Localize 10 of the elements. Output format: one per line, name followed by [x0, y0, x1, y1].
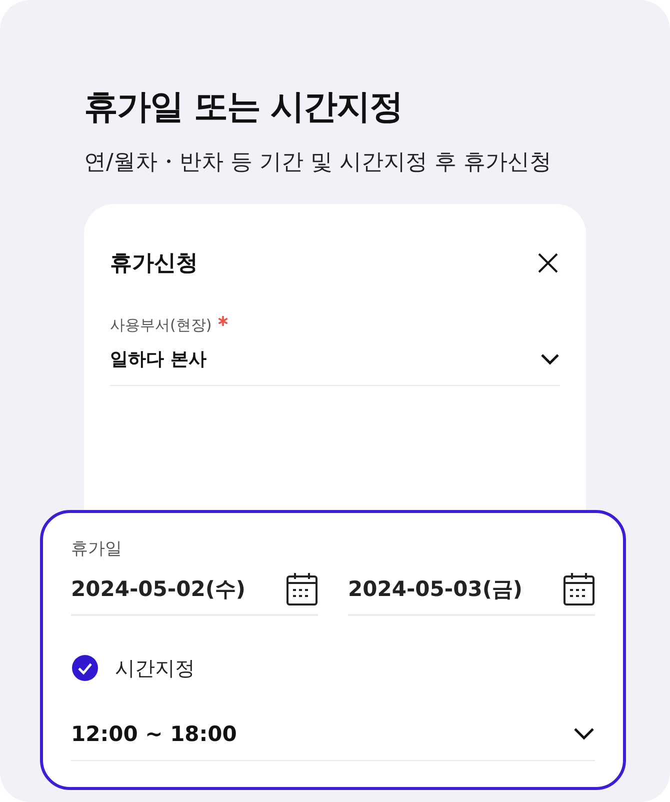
time-checkbox[interactable]: 시간지정: [71, 654, 195, 682]
field-label: 사용부서(현장): [110, 316, 212, 335]
time-range-select[interactable]: 12:00 ~ 18:00: [71, 710, 595, 761]
field-label: 휴가일: [71, 538, 122, 560]
page-title: 휴가일 또는 시간지정: [84, 86, 404, 129]
department-select[interactable]: 일하다 본사: [110, 335, 560, 386]
dialog-title: 휴가신청: [110, 250, 198, 278]
date-field[interactable]: 2024-05-03(금): [348, 572, 595, 616]
date-field[interactable]: 2024-05-02(수): [71, 572, 318, 616]
page-subtitle: 연/월차・반차 등 기간 및 시간지정 후 휴가신청: [84, 149, 552, 177]
